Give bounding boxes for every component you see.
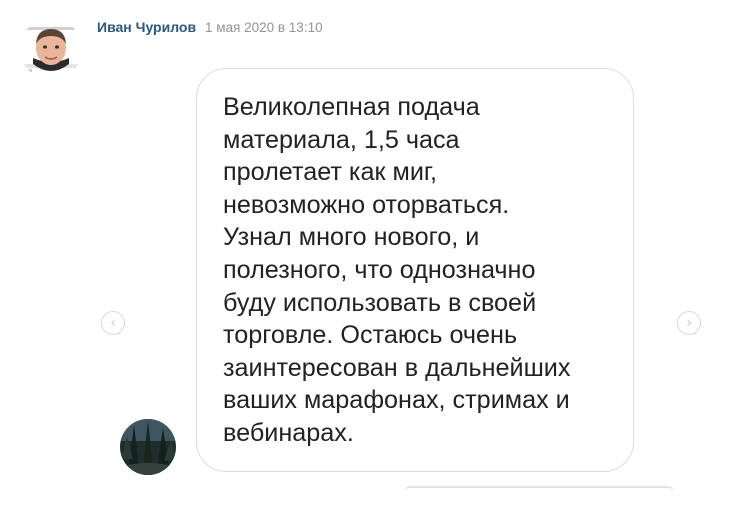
author-name[interactable]: Иван Чурилов (97, 19, 196, 35)
post-date[interactable]: 1 мая 2020 в 13:10 (205, 20, 323, 35)
chevron-right-icon: › (686, 315, 692, 331)
chevron-left-icon: ‹ (110, 315, 116, 331)
review-message-text: Великолепная подача материала, 1,5 часа … (223, 93, 571, 447)
sender-avatar (120, 419, 176, 475)
post-container: Иван Чурилов 1 мая 2020 в 13:10 ‹ Велико… (0, 0, 752, 524)
forest-photo-icon (120, 419, 176, 475)
post-header: Иван Чурилов 1 мая 2020 в 13:10 (97, 19, 323, 35)
author-avatar[interactable] (20, 18, 82, 80)
next-slide-button[interactable]: › (677, 311, 701, 335)
next-message-bubble-edge (404, 486, 674, 492)
review-message-bubble: Великолепная подача материала, 1,5 часа … (196, 68, 634, 472)
person-photo-icon (20, 18, 82, 80)
prev-slide-button[interactable]: ‹ (101, 311, 125, 335)
